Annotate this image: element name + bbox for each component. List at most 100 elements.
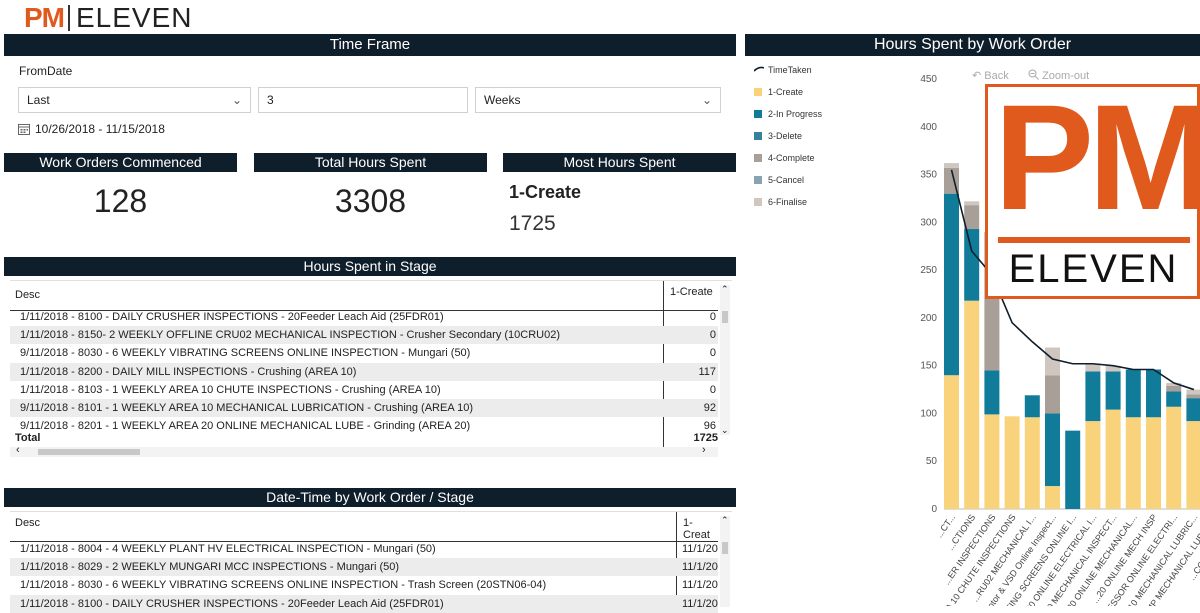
total-value: 1725 (693, 432, 718, 444)
table-row[interactable]: 1/11/2018 - 8200 - DAILY MILL INSPECTION… (10, 362, 718, 381)
bar-segment[interactable] (1045, 375, 1060, 414)
row-desc: 1/11/2018 - 8100 - DAILY CRUSHER INSPECT… (20, 311, 444, 323)
col-desc-header[interactable]: Desc (15, 289, 40, 301)
bar-segment[interactable] (1186, 421, 1200, 509)
bar-segment[interactable] (964, 201, 980, 206)
legend-label: 5-Cancel (768, 175, 805, 185)
table-row[interactable]: 1/11/2018 - 8103 - 1 WEEKLY AREA 10 CHUT… (10, 381, 718, 399)
dt-vscroll[interactable]: ⌃ (720, 515, 730, 607)
legend-label: 1-Create (768, 87, 804, 97)
chart-title: Hours Spent by Work Order (745, 34, 1200, 56)
bar-segment[interactable] (1024, 395, 1040, 418)
count-input[interactable]: 3 (258, 87, 468, 113)
legend-item[interactable]: 5-Cancel (754, 175, 804, 185)
scroll-right-icon[interactable]: › (702, 444, 706, 456)
bar-segment[interactable] (1024, 417, 1040, 509)
date-range[interactable]: 10/26/2018 - 11/15/2018 (18, 122, 165, 136)
bar-segment[interactable] (1004, 416, 1020, 509)
legend-item[interactable]: 6-Finalise (754, 197, 807, 207)
legend-item[interactable]: 1-Create (754, 87, 803, 97)
y-tick-label: 50 (926, 456, 938, 467)
bar-segment[interactable] (984, 414, 1000, 509)
col-create-header[interactable]: 1-Create (670, 286, 713, 298)
bar-segment[interactable] (1065, 430, 1081, 509)
scroll-up-icon[interactable]: ⌃ (721, 515, 729, 526)
legend-swatch (754, 110, 762, 118)
row-value: 0 (709, 347, 716, 360)
col-desc-header[interactable]: Desc (15, 517, 40, 529)
stage-table-title: Hours Spent in Stage (4, 257, 736, 276)
legend-item[interactable]: 2-In Progress (754, 109, 822, 119)
bar-segment[interactable] (1166, 385, 1182, 392)
logo-pm: PM (24, 2, 65, 33)
bar-segment[interactable] (1105, 409, 1121, 509)
kpi-commenced-value: 128 (93, 183, 148, 219)
legend-item[interactable]: 3-Delete (754, 131, 802, 141)
dt-table-header: Desc 1-Creat (10, 512, 718, 542)
bar-segment[interactable] (1146, 369, 1161, 418)
bar-segment[interactable] (1045, 347, 1060, 376)
stage-vscroll[interactable]: ⌃ ⌄ (720, 284, 730, 436)
kpi-most-title: Most Hours Spent (503, 153, 736, 172)
bar-segment[interactable] (1045, 486, 1060, 509)
scroll-down-icon[interactable]: ⌄ (721, 425, 729, 436)
bar-segment[interactable] (944, 375, 959, 509)
bar-segment[interactable] (984, 370, 1000, 415)
row-value: 0 (709, 383, 716, 396)
row-value: 0 (709, 329, 716, 342)
bar-segment[interactable] (964, 300, 980, 509)
bar-segment[interactable] (944, 193, 959, 376)
from-date-label: FromDate (19, 64, 73, 78)
bar-segment[interactable] (1166, 406, 1182, 509)
legend-label: TimeTaken (768, 65, 812, 75)
table-row[interactable]: 1/11/2018 - 8100 - DAILY CRUSHER INSPECT… (10, 594, 718, 613)
bar-segment[interactable] (1186, 389, 1200, 395)
bar-segment[interactable] (1125, 417, 1141, 509)
table-row[interactable]: 1/11/2018 - 8029 - 2 WEEKLY MUNGARI MCC … (10, 558, 718, 577)
scroll-up-icon[interactable]: ⌃ (721, 284, 729, 295)
line-swatch-icon (753, 66, 765, 72)
logo-eleven: ELEVEN (76, 2, 193, 33)
bar-segment[interactable] (1186, 398, 1200, 422)
legend-label: 6-Finalise (768, 197, 808, 207)
bar-segment[interactable] (944, 163, 959, 168)
legend-item[interactable]: 4-Complete (754, 153, 815, 163)
row-value: 92 (703, 402, 716, 414)
table-row[interactable]: 1/11/2018 - 8004 - 4 WEEKLY PLANT HV ELE… (10, 540, 718, 558)
hscroll-thumb[interactable] (38, 449, 140, 455)
bar-segment[interactable] (964, 229, 980, 301)
table-row[interactable]: 1/11/2018 - 8030 - 6 WEEKLY VIBRATING SC… (10, 576, 718, 594)
period-select[interactable]: Last ⌄ (18, 87, 251, 113)
table-row[interactable]: 1/11/2018 - 8150- 2 WEEKLY OFFLINE CRU02… (10, 326, 718, 345)
scroll-left-icon[interactable]: ‹ (16, 444, 20, 456)
legend-label: 3-Delete (768, 131, 803, 141)
y-tick-label: 200 (920, 313, 937, 324)
y-tick-label: 300 (920, 217, 937, 228)
row-desc: 1/11/2018 - 8100 - DAILY CRUSHER INSPECT… (20, 597, 444, 610)
bar-segment[interactable] (964, 205, 980, 230)
col-create-header[interactable]: 1-Creat (683, 517, 718, 541)
bar-segment[interactable] (1166, 391, 1182, 407)
scroll-thumb[interactable] (722, 542, 728, 554)
bar-segment[interactable] (1125, 369, 1141, 418)
bar-segment[interactable] (1146, 417, 1161, 509)
table-row[interactable]: 9/11/2018 - 8030 - 6 WEEKLY VIBRATING SC… (10, 344, 718, 362)
stage-rows: 1/11/2018 - 8100 - DAILY CRUSHER INSPECT… (10, 308, 732, 438)
bar-segment[interactable] (1085, 421, 1101, 509)
bar-segment[interactable] (1085, 371, 1101, 422)
legend-swatch (754, 154, 762, 162)
unit-select[interactable]: Weeks ⌄ (475, 87, 721, 113)
legend-item-timetaken[interactable]: TimeTaken (753, 65, 812, 75)
y-tick-label: 250 (920, 265, 937, 276)
time-frame-title: Time Frame (4, 34, 736, 56)
bar-segment[interactable] (1045, 413, 1060, 487)
bar-segment[interactable] (1186, 394, 1200, 399)
scroll-thumb[interactable] (722, 311, 728, 323)
stage-hscroll[interactable]: ‹ › (10, 444, 718, 457)
y-tick-label: 150 (920, 361, 937, 372)
bar-segment[interactable] (1105, 371, 1121, 410)
table-row[interactable]: 1/11/2018 - 8100 - DAILY CRUSHER INSPECT… (10, 308, 718, 326)
dt-rows: 1/11/2018 - 8004 - 4 WEEKLY PLANT HV ELE… (10, 540, 732, 613)
overlay-logo-divider (998, 237, 1190, 243)
table-row[interactable]: 9/11/2018 - 8101 - 1 WEEKLY AREA 10 MECH… (10, 399, 718, 417)
